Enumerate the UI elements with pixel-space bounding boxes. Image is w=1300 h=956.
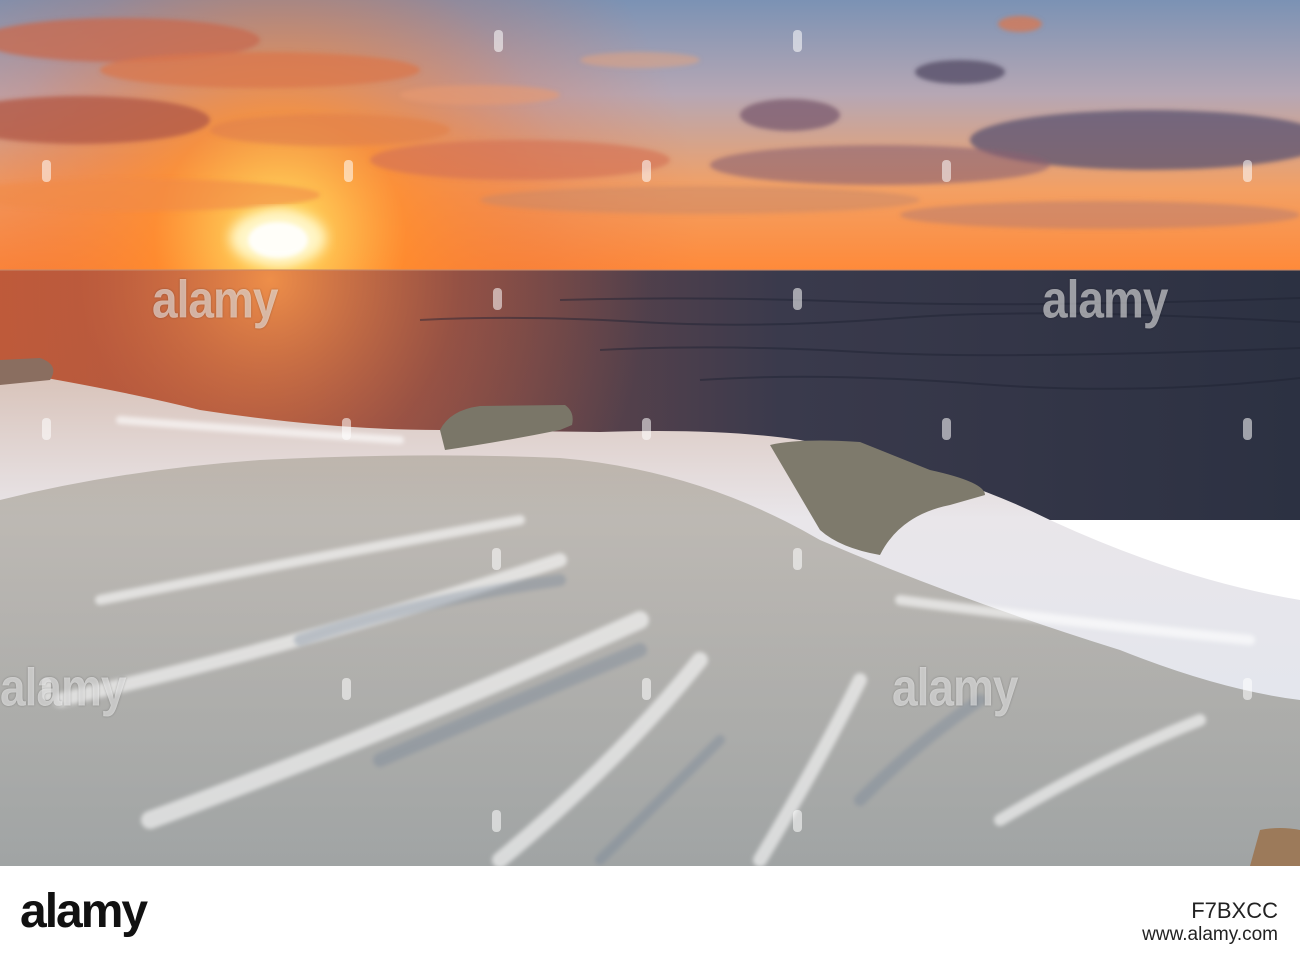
watermark-dot bbox=[342, 678, 351, 700]
image-id: F7BXCC bbox=[1191, 898, 1278, 923]
watermark-dot bbox=[1243, 678, 1252, 700]
photo: alamy alamy alamy alamy bbox=[0, 0, 1300, 866]
watermark-dot bbox=[342, 418, 351, 440]
watermark-dot bbox=[793, 30, 802, 52]
watermark-text: alamy bbox=[152, 269, 278, 329]
watermark-dot bbox=[942, 160, 951, 182]
watermark-dot bbox=[42, 160, 51, 182]
watermark-dot bbox=[642, 678, 651, 700]
watermark-dot bbox=[793, 288, 802, 310]
watermark-dot bbox=[793, 548, 802, 570]
watermark-text: alamy bbox=[0, 657, 126, 717]
watermark-dot bbox=[1243, 160, 1252, 182]
stock-footer: alamy F7BXCC www.alamy.com bbox=[0, 866, 1300, 956]
watermark-dot bbox=[492, 548, 501, 570]
watermark-dot bbox=[493, 288, 502, 310]
watermark-text: alamy bbox=[892, 657, 1018, 717]
watermark-dot bbox=[1243, 418, 1252, 440]
alamy-logo: alamy bbox=[20, 885, 148, 938]
watermark-dot bbox=[344, 160, 353, 182]
watermark-dot bbox=[642, 160, 651, 182]
watermark-dot bbox=[942, 418, 951, 440]
watermark-dot bbox=[494, 30, 503, 52]
watermark-dot bbox=[492, 810, 501, 832]
watermark-text: alamy bbox=[1042, 269, 1168, 329]
watermark-dot bbox=[642, 418, 651, 440]
watermark-dot bbox=[793, 810, 802, 832]
watermark-dot bbox=[42, 418, 51, 440]
site-url: www.alamy.com bbox=[1142, 924, 1278, 945]
